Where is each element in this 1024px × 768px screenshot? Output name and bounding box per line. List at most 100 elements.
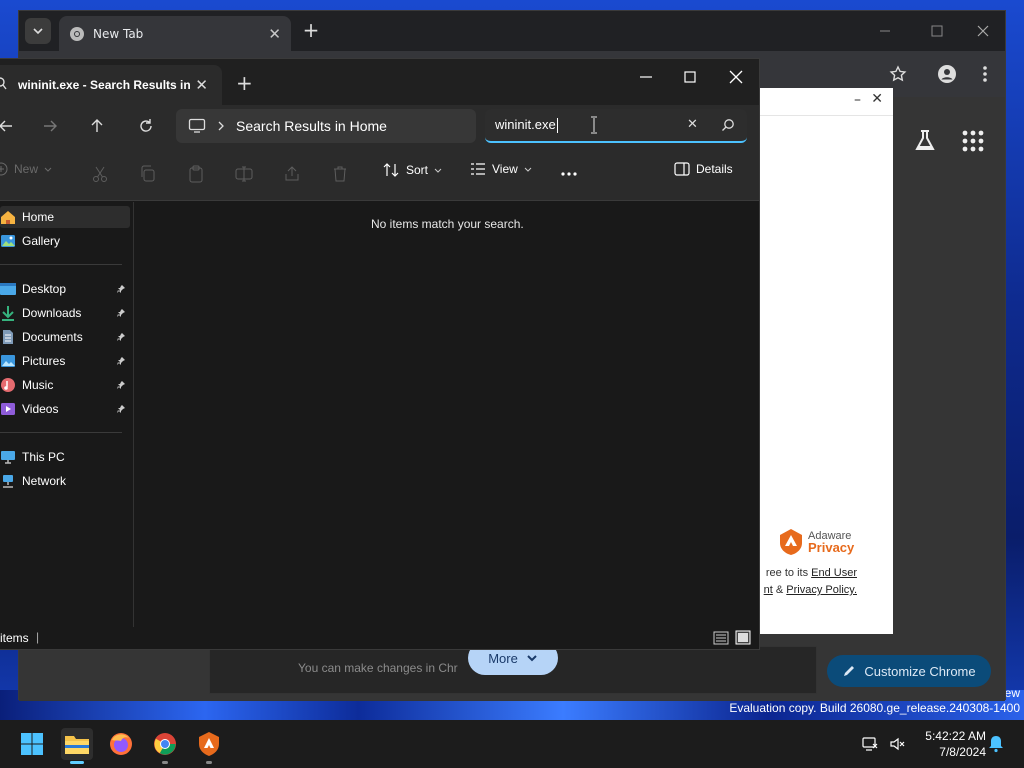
close-window-icon[interactable] xyxy=(726,67,746,87)
close-tab-icon[interactable]: ✕ xyxy=(195,76,208,94)
chrome-banner: You can make changes in Chr More xyxy=(209,641,817,694)
nav-label: Downloads xyxy=(22,306,82,320)
sort-button[interactable]: Sort xyxy=(382,162,442,178)
adaware-shield-icon xyxy=(780,529,802,555)
more-options-icon[interactable] xyxy=(559,164,579,184)
navigation-pane: Home Gallery Desktop Downloads Documents xyxy=(0,202,134,627)
minimize-icon[interactable] xyxy=(875,21,895,41)
pin-icon[interactable] xyxy=(116,404,126,414)
tab-search-button[interactable] xyxy=(25,18,51,44)
adaware-logo: Adaware Privacy xyxy=(778,528,854,556)
nav-item-music[interactable]: Music xyxy=(0,374,130,396)
maximize-icon[interactable] xyxy=(680,67,700,87)
search-icon xyxy=(0,77,7,90)
close-tab-icon[interactable]: ✕ xyxy=(268,25,281,43)
back-button[interactable] xyxy=(0,114,18,138)
explorer-new-tab-button[interactable]: + xyxy=(236,71,253,95)
pin-icon[interactable] xyxy=(116,308,126,318)
maximize-icon[interactable] xyxy=(927,21,947,41)
documents-icon xyxy=(3,330,13,344)
nav-item-videos[interactable]: Videos xyxy=(0,398,130,420)
chrome-new-tab-button[interactable]: + xyxy=(299,19,323,43)
network-icon xyxy=(3,475,13,488)
network-status-icon[interactable] xyxy=(862,736,878,752)
nav-divider xyxy=(0,264,122,265)
downloads-icon xyxy=(2,306,14,321)
adaware-popup: – ✕ Adaware Privacy ree to its End User … xyxy=(740,88,893,634)
volume-muted-icon[interactable] xyxy=(889,736,905,752)
adaware-brand-line2: Privacy xyxy=(808,540,855,555)
nav-item-home[interactable]: Home xyxy=(0,206,130,228)
close-window-icon[interactable] xyxy=(973,21,993,41)
nav-item-documents[interactable]: Documents xyxy=(0,326,130,348)
search-input[interactable]: wininit.exe ✕ xyxy=(485,109,747,143)
pin-icon[interactable] xyxy=(116,356,126,366)
details-view-icon[interactable] xyxy=(713,631,729,645)
new-button[interactable]: New xyxy=(0,162,52,176)
nav-item-pictures[interactable]: Pictures xyxy=(0,350,130,372)
taskbar-file-explorer[interactable] xyxy=(61,728,93,764)
search-query-text: wininit.exe xyxy=(495,117,556,132)
nav-label: Home xyxy=(22,210,55,224)
popup-header: – ✕ xyxy=(740,88,893,116)
copy-icon[interactable] xyxy=(138,164,158,184)
forward-button[interactable] xyxy=(38,114,62,138)
minimize-icon[interactable]: – xyxy=(854,92,861,108)
chrome-tab-new-tab[interactable]: New Tab ✕ xyxy=(59,16,291,51)
paste-icon[interactable] xyxy=(186,164,206,184)
clear-search-icon[interactable]: ✕ xyxy=(687,117,698,132)
view-button[interactable]: View xyxy=(470,162,532,176)
notification-bell-icon[interactable] xyxy=(988,735,1004,753)
address-bar[interactable]: Search Results in Home xyxy=(176,109,476,143)
nav-item-desktop[interactable]: Desktop xyxy=(0,278,130,300)
taskbar-chrome[interactable] xyxy=(149,728,181,764)
privacy-policy-link[interactable]: Privacy Policy. xyxy=(786,584,857,596)
close-icon[interactable]: ✕ xyxy=(871,91,883,107)
google-apps-icon[interactable] xyxy=(959,127,987,155)
pencil-icon xyxy=(844,666,855,676)
end-user-link[interactable]: End User xyxy=(811,567,857,579)
pin-icon[interactable] xyxy=(116,332,126,342)
rename-icon[interactable] xyxy=(234,164,254,184)
command-bar: New Sort View Details xyxy=(0,147,759,201)
labs-flask-icon[interactable] xyxy=(911,127,939,155)
empty-results-message: No items match your search. xyxy=(371,217,524,231)
sort-label: Sort xyxy=(406,163,429,177)
search-icon[interactable] xyxy=(721,118,735,132)
text-caret xyxy=(556,118,558,134)
delete-icon[interactable] xyxy=(330,164,350,184)
home-icon xyxy=(1,211,15,224)
taskbar-firefox[interactable] xyxy=(105,728,137,760)
system-clock[interactable]: 5:42:22 AM 7/8/2024 xyxy=(914,728,986,760)
pin-icon[interactable] xyxy=(116,284,126,294)
search-value: wininit.exe xyxy=(495,117,558,134)
pin-icon[interactable] xyxy=(116,380,126,390)
nav-divider xyxy=(0,432,122,433)
banner-text: You can make changes in Chr xyxy=(298,661,458,675)
up-button[interactable] xyxy=(85,114,109,138)
minimize-icon[interactable] xyxy=(636,67,656,87)
cut-icon[interactable] xyxy=(90,164,110,184)
chrome-menu-icon[interactable] xyxy=(977,64,993,84)
nav-item-gallery[interactable]: Gallery xyxy=(0,230,130,252)
customize-chrome-button[interactable]: Customize Chrome xyxy=(827,655,991,687)
share-icon[interactable] xyxy=(282,164,302,184)
nav-label: Documents xyxy=(22,330,83,344)
explorer-tab[interactable]: wininit.exe - Search Results in ✕ xyxy=(0,65,222,105)
bookmark-star-icon[interactable] xyxy=(889,65,907,83)
tiles-view-icon[interactable] xyxy=(735,630,751,645)
nav-label: Desktop xyxy=(22,282,67,296)
running-indicator xyxy=(162,761,168,764)
nav-item-this-pc[interactable]: This PC xyxy=(0,446,130,468)
taskbar-adaware[interactable] xyxy=(193,728,225,764)
chevron-down-icon xyxy=(44,167,52,172)
nav-item-downloads[interactable]: Downloads xyxy=(0,302,130,324)
profile-avatar-icon[interactable] xyxy=(937,64,957,84)
details-button[interactable]: Details xyxy=(674,162,733,176)
nav-label: Network xyxy=(22,474,67,488)
nav-item-network[interactable]: Network xyxy=(0,470,130,492)
explorer-address-bar-row: Search Results in Home wininit.exe ✕ xyxy=(0,105,759,147)
refresh-button[interactable] xyxy=(134,114,158,138)
eula-link[interactable]: nt xyxy=(764,584,773,596)
start-button[interactable] xyxy=(16,728,48,760)
